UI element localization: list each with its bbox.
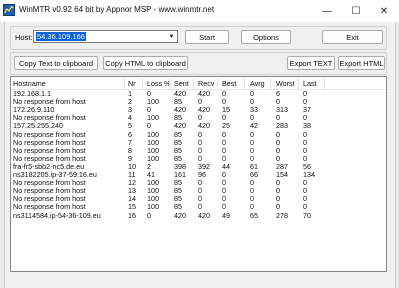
host-input-value[interactable]: 54.36.109.166 — [36, 32, 86, 41]
column-header-worst[interactable]: Worst — [276, 79, 295, 88]
host-label: Host: — [15, 33, 33, 42]
column-separator[interactable] — [169, 77, 170, 89]
column-header-loss[interactable]: Loss % — [147, 79, 171, 88]
results-table[interactable]: Hostname Nr Loss % Sent Recv Best Avrg Worst Las… — [10, 76, 387, 272]
chevron-down-icon[interactable]: ▼ — [166, 31, 177, 42]
close-window-button[interactable]: ✕ — [370, 0, 398, 22]
cell-recv: 420 — [198, 210, 210, 220]
column-separator[interactable] — [298, 77, 299, 89]
cell-nr: 16 — [128, 210, 136, 220]
column-header-hostname[interactable]: Hostname — [13, 79, 46, 88]
cell-avrg: 65 — [250, 210, 258, 220]
cell-sent: 420 — [174, 210, 186, 220]
column-header-last[interactable]: Last — [303, 79, 317, 88]
cell-hostname: ns3114584.ip-54-36-109.eu — [13, 210, 101, 220]
column-separator[interactable] — [244, 77, 245, 89]
column-header-best[interactable]: Best — [222, 79, 236, 88]
column-separator[interactable] — [142, 77, 143, 89]
copy-text-button[interactable]: Copy Text to clipboard — [14, 56, 98, 70]
title-bar: WinMTR v0.92 64 bit by Appnor MSP - www.… — [0, 0, 399, 22]
column-separator[interactable] — [193, 77, 194, 89]
column-header-recv[interactable]: Recv — [198, 79, 214, 88]
export-text-button[interactable]: Export TEXT — [287, 56, 335, 70]
cell-worst: 278 — [276, 210, 288, 220]
cell-best: 49 — [222, 210, 230, 220]
minimize-button[interactable]: — — [313, 0, 341, 22]
host-combobox[interactable]: 54.36.109.166 ▼ — [33, 30, 178, 43]
column-separator[interactable] — [324, 77, 325, 89]
column-header-avrg[interactable]: Avrg — [250, 79, 265, 88]
copy-html-button[interactable]: Copy HTML to clipboard — [103, 56, 188, 70]
column-header-nr[interactable]: Nr — [128, 79, 136, 88]
cell-last: 70 — [303, 210, 311, 220]
column-separator[interactable] — [124, 77, 125, 89]
exit-button[interactable]: Exit — [322, 30, 383, 44]
maximize-icon: ☐ — [351, 5, 361, 17]
table-row[interactable]: ns3114584.ip-54-36-109.eu 16 0 420 420 49 65 27… — [11, 210, 386, 220]
export-html-button[interactable]: Export HTML — [338, 56, 385, 70]
cell-loss: 0 — [147, 210, 151, 220]
window-title: WinMTR v0.92 64 bit by Appnor MSP - www.… — [19, 5, 215, 14]
options-button[interactable]: Options — [241, 30, 291, 44]
column-header-sent[interactable]: Sent — [174, 79, 189, 88]
column-separator[interactable] — [217, 77, 218, 89]
column-separator[interactable] — [270, 77, 271, 89]
close-icon: ✕ — [379, 5, 389, 17]
winmtr-app-icon — [3, 4, 15, 16]
maximize-button[interactable]: ☐ — [342, 0, 370, 22]
start-button[interactable]: Start — [185, 30, 229, 44]
minimize-icon: — — [322, 5, 332, 17]
